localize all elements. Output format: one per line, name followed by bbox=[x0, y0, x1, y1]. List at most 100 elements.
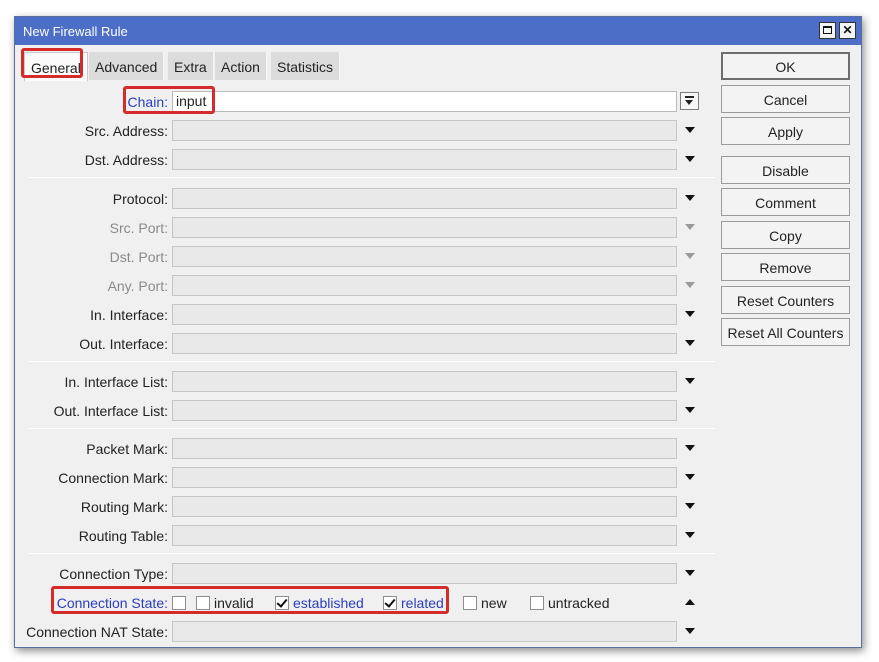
in-interface-dropdown-icon[interactable] bbox=[685, 311, 695, 317]
routing-mark-dropdown-icon[interactable] bbox=[685, 503, 695, 509]
window-title: New Firewall Rule bbox=[23, 24, 128, 39]
connection-nat-state-dropdown-icon[interactable] bbox=[685, 628, 695, 634]
out-interface-input[interactable] bbox=[172, 333, 677, 354]
title-bar[interactable]: New Firewall Rule ✕ bbox=[15, 17, 861, 45]
in-interface-list-input[interactable] bbox=[172, 371, 677, 392]
row-dst-port: Dst. Port: bbox=[15, 245, 715, 269]
new-label: new bbox=[481, 595, 507, 611]
connection-nat-state-label: Connection NAT State: bbox=[26, 624, 168, 640]
protocol-input[interactable] bbox=[172, 188, 677, 209]
firewall-rule-window: New Firewall Rule ✕ General Advanced Ext… bbox=[14, 16, 862, 648]
disable-button[interactable]: Disable bbox=[721, 156, 850, 184]
out-interface-list-label: Out. Interface List: bbox=[53, 403, 168, 419]
src-port-label: Src. Port: bbox=[109, 220, 168, 236]
src-port-dropdown-icon bbox=[685, 224, 695, 230]
row-protocol: Protocol: bbox=[15, 187, 715, 211]
tab-advanced[interactable]: Advanced bbox=[89, 52, 165, 80]
out-interface-list-input[interactable] bbox=[172, 400, 677, 421]
protocol-label: Protocol: bbox=[112, 191, 168, 207]
row-out-interface-list: Out. Interface List: bbox=[15, 399, 715, 423]
row-src-address: Src. Address: bbox=[15, 119, 715, 143]
routing-table-input[interactable] bbox=[172, 525, 677, 546]
row-connection-type: Connection Type: bbox=[15, 562, 715, 586]
in-interface-input[interactable] bbox=[172, 304, 677, 325]
in-interface-label: In. Interface: bbox=[90, 307, 168, 323]
dst-port-label: Dst. Port: bbox=[109, 249, 168, 265]
apply-button[interactable]: Apply bbox=[721, 117, 850, 145]
connection-mark-dropdown-icon[interactable] bbox=[685, 474, 695, 480]
row-packet-mark: Packet Mark: bbox=[15, 437, 715, 461]
row-in-interface-list: In. Interface List: bbox=[15, 370, 715, 394]
connection-mark-input[interactable] bbox=[172, 467, 677, 488]
highlight-connection-state bbox=[51, 586, 449, 614]
packet-mark-input[interactable] bbox=[172, 438, 677, 459]
dst-port-dropdown-icon bbox=[685, 253, 695, 259]
any-port-input bbox=[172, 275, 677, 296]
untracked-label: untracked bbox=[548, 595, 610, 611]
ok-button[interactable]: OK bbox=[721, 52, 850, 80]
highlight-chain bbox=[123, 86, 215, 114]
connection-mark-label: Connection Mark: bbox=[58, 470, 168, 486]
row-in-interface: In. Interface: bbox=[15, 303, 715, 327]
comment-button[interactable]: Comment bbox=[721, 188, 850, 216]
highlight-general-tab bbox=[21, 48, 83, 78]
close-icon: ✕ bbox=[842, 23, 853, 37]
chain-dropdown-icon[interactable] bbox=[680, 92, 699, 110]
in-interface-list-label: In. Interface List: bbox=[64, 374, 169, 390]
reset-all-counters-button[interactable]: Reset All Counters bbox=[721, 318, 850, 346]
connection-state-collapse-icon[interactable] bbox=[685, 599, 695, 605]
out-interface-list-dropdown-icon[interactable] bbox=[685, 407, 695, 413]
separator bbox=[28, 361, 715, 362]
row-routing-mark: Routing Mark: bbox=[15, 495, 715, 519]
remove-button[interactable]: Remove bbox=[721, 253, 850, 281]
routing-table-dropdown-icon[interactable] bbox=[685, 532, 695, 538]
row-out-interface: Out. Interface: bbox=[15, 332, 715, 356]
row-dst-address: Dst. Address: bbox=[15, 148, 715, 172]
close-button[interactable]: ✕ bbox=[839, 22, 856, 39]
checkbox-new[interactable] bbox=[463, 596, 477, 610]
checkbox-untracked[interactable] bbox=[530, 596, 544, 610]
packet-mark-dropdown-icon[interactable] bbox=[685, 445, 695, 451]
row-chain: Chain: input bbox=[15, 90, 715, 114]
maximize-icon bbox=[823, 26, 832, 34]
src-address-dropdown-icon[interactable] bbox=[685, 127, 695, 133]
any-port-label: Any. Port: bbox=[107, 278, 168, 294]
routing-table-label: Routing Table: bbox=[78, 528, 168, 544]
cancel-button[interactable]: Cancel bbox=[721, 85, 850, 113]
tab-extra[interactable]: Extra bbox=[168, 52, 214, 80]
connection-type-dropdown-icon[interactable] bbox=[685, 570, 695, 576]
copy-button[interactable]: Copy bbox=[721, 221, 850, 249]
in-interface-list-dropdown-icon[interactable] bbox=[685, 378, 695, 384]
dst-address-input[interactable] bbox=[172, 149, 677, 170]
maximize-button[interactable] bbox=[819, 22, 836, 39]
out-interface-label: Out. Interface: bbox=[79, 336, 168, 352]
tab-statistics[interactable]: Statistics bbox=[271, 52, 341, 80]
packet-mark-label: Packet Mark: bbox=[86, 441, 168, 457]
dst-port-input bbox=[172, 246, 677, 267]
separator bbox=[28, 428, 715, 429]
src-address-label: Src. Address: bbox=[84, 123, 168, 139]
separator bbox=[28, 177, 715, 178]
row-any-port: Any. Port: bbox=[15, 274, 715, 298]
src-address-input[interactable] bbox=[172, 120, 677, 141]
dst-address-label: Dst. Address: bbox=[84, 152, 168, 168]
separator bbox=[28, 553, 715, 554]
routing-mark-input[interactable] bbox=[172, 496, 677, 517]
reset-counters-button[interactable]: Reset Counters bbox=[721, 286, 850, 314]
chain-input[interactable]: input bbox=[172, 91, 677, 112]
dst-address-dropdown-icon[interactable] bbox=[685, 156, 695, 162]
tab-action[interactable]: Action bbox=[215, 52, 267, 80]
row-connection-nat-state: Connection NAT State: bbox=[15, 620, 715, 644]
src-port-input bbox=[172, 217, 677, 238]
any-port-dropdown-icon bbox=[685, 282, 695, 288]
row-routing-table: Routing Table: bbox=[15, 524, 715, 548]
protocol-dropdown-icon[interactable] bbox=[685, 195, 695, 201]
connection-nat-state-input[interactable] bbox=[172, 621, 677, 642]
out-interface-dropdown-icon[interactable] bbox=[685, 340, 695, 346]
connection-type-label: Connection Type: bbox=[59, 566, 168, 582]
general-form: Chain: input Src. Address: Dst. Address:… bbox=[15, 81, 715, 646]
row-src-port: Src. Port: bbox=[15, 216, 715, 240]
connection-type-input[interactable] bbox=[172, 563, 677, 584]
row-connection-mark: Connection Mark: bbox=[15, 466, 715, 490]
routing-mark-label: Routing Mark: bbox=[80, 499, 168, 515]
